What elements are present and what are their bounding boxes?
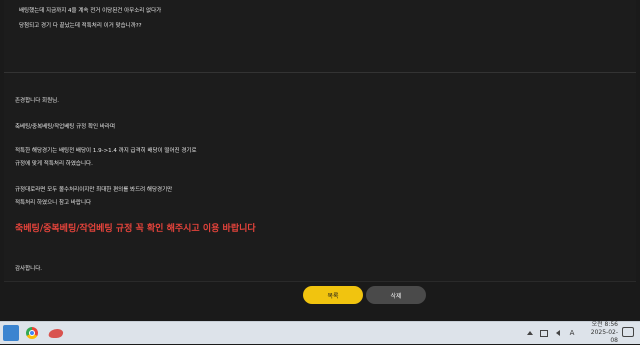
app-icon[interactable] xyxy=(47,325,65,341)
answer-body-3: 규정대로라면 모두 몰수처리이지만 최대한 편의를 봐드려 해당경기만 xyxy=(15,187,173,193)
clock-time: 오전 8:56 xyxy=(591,321,618,328)
chrome-icon[interactable] xyxy=(24,325,40,341)
answer-greeting: 존경합니다 회원님. xyxy=(15,98,59,104)
answer-warning: 축베팅/중복베팅/작업베팅 규정 꼭 확인 해주시고 이용 바랍니다 xyxy=(15,224,256,234)
screen: 배팅했는데 지금까지 4을 계속 전거 이당된건 아무소리 없다가 당첨되고 경… xyxy=(0,0,640,321)
clock[interactable]: 오전 8:56 2025-02-08 xyxy=(584,321,618,344)
question-text: 배팅했는데 지금까지 4을 계속 전거 이당된건 아무소리 없다가 당첨되고 경… xyxy=(19,4,161,34)
answer-notice-title: 축베팅/중복베팅/작업베팅 규정 확인 바라며 xyxy=(15,124,116,130)
network-icon[interactable] xyxy=(540,329,548,337)
volume-icon[interactable] xyxy=(554,329,562,337)
list-button[interactable]: 목록 xyxy=(303,286,363,304)
answer-body-4: 적특처리 하였으니 참고 바랍니다 xyxy=(15,200,92,206)
footer-divider xyxy=(4,281,636,282)
answer-closing: 감사합니다. xyxy=(15,266,43,272)
start-icon[interactable] xyxy=(3,325,19,341)
question-line-2: 당첨되고 경기 다 끝났는데 적특처리 이거 맞습니까?? xyxy=(19,23,142,29)
answer-body-1: 적특한 해당경기는 배팅전 배당이 1.9->1.4 까지 급격히 배당이 떨어… xyxy=(15,148,197,154)
taskbar: A 오전 8:56 2025-02-08 xyxy=(0,321,640,344)
tray-up-arrow-icon[interactable] xyxy=(526,329,534,337)
delete-button[interactable]: 삭제 xyxy=(366,286,426,304)
answer-body-2: 규정에 맞게 적특처리 하였습니다. xyxy=(15,161,93,167)
notification-icon[interactable] xyxy=(622,326,634,338)
post-panel: 배팅했는데 지금까지 4을 계속 전거 이당된건 아무소리 없다가 당첨되고 경… xyxy=(4,0,636,281)
divider xyxy=(4,72,636,73)
system-tray: A xyxy=(526,322,576,344)
question-line-1: 배팅했는데 지금까지 4을 계속 전거 이당된건 아무소리 없다가 xyxy=(19,8,162,14)
ime-indicator[interactable]: A xyxy=(568,329,576,337)
